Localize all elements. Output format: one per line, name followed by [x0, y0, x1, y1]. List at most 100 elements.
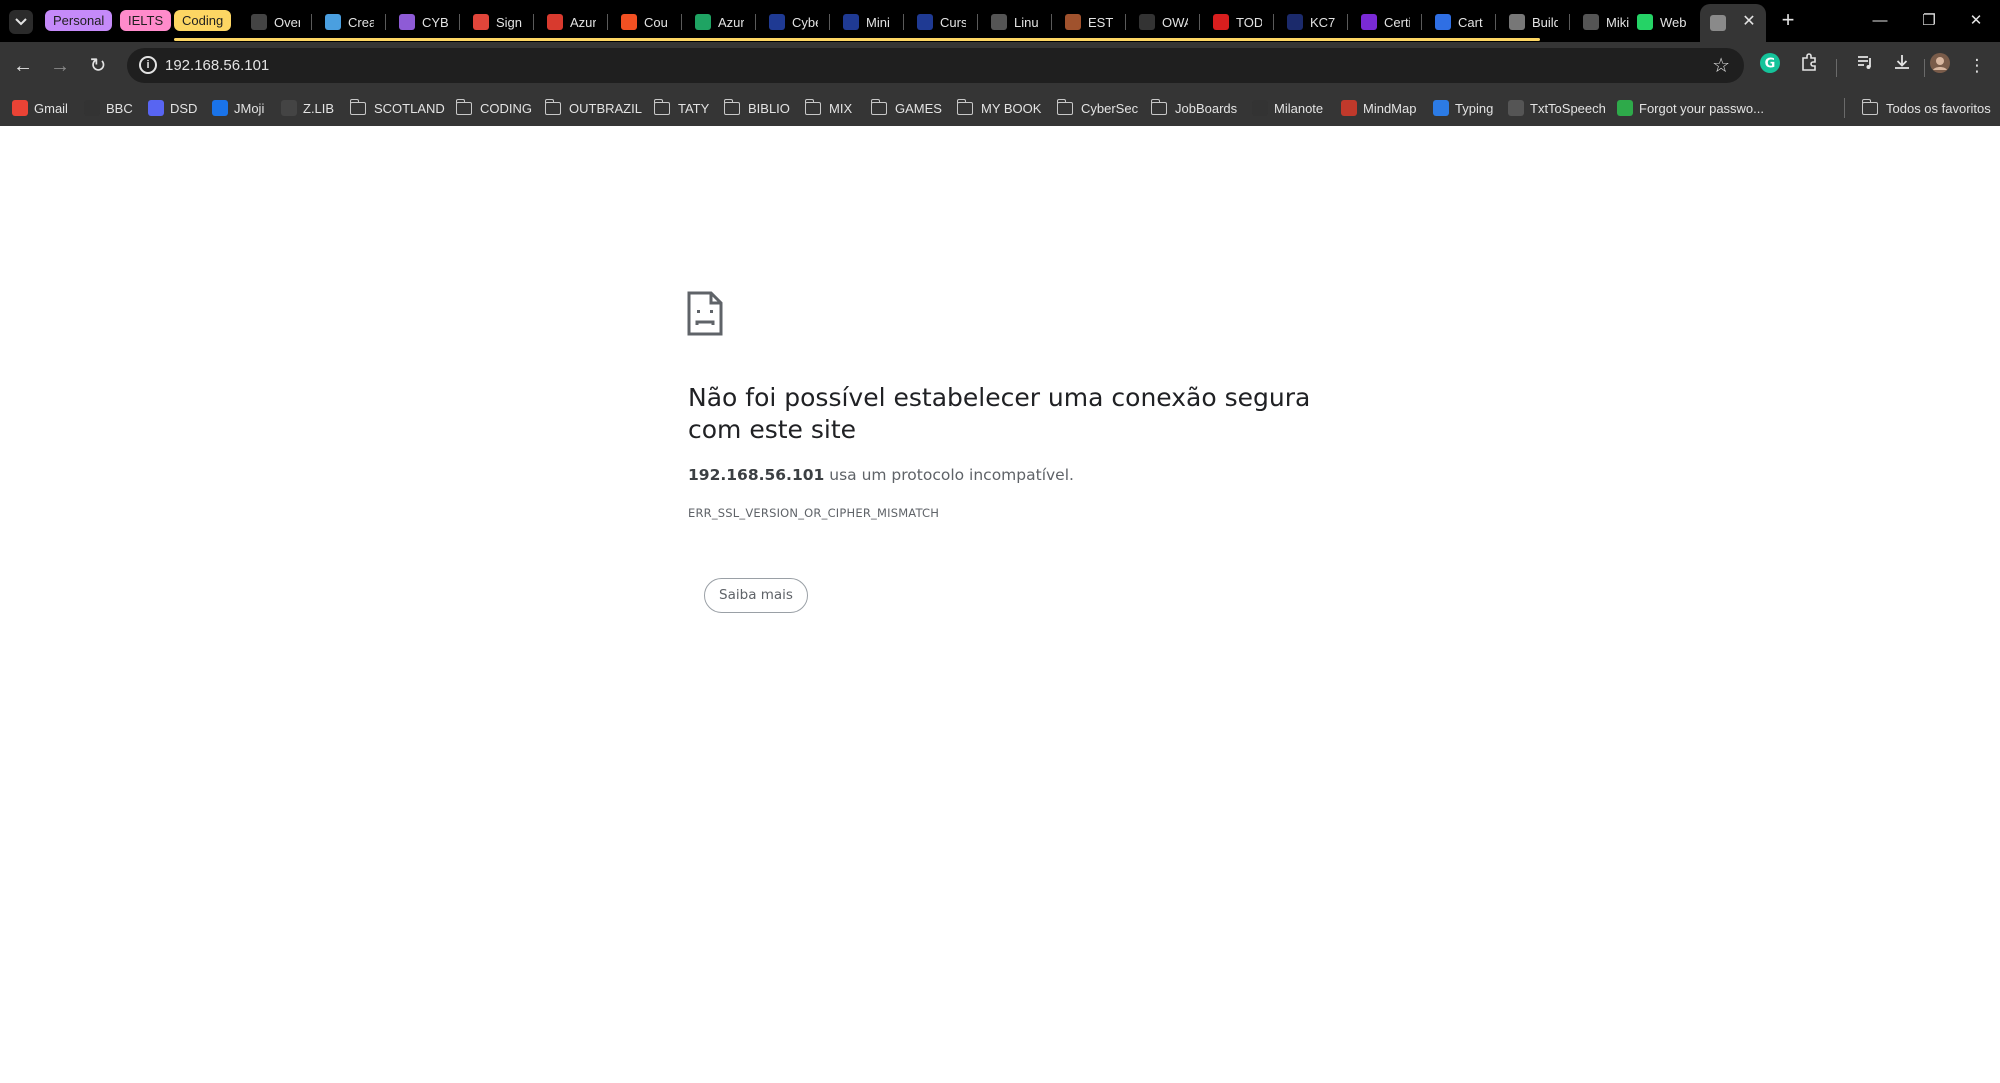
- tab-6[interactable]: Azur: [685, 6, 759, 38]
- gmail-icon: [12, 100, 28, 116]
- bookmark-label: MindMap: [1363, 100, 1417, 116]
- tab-separator: [459, 14, 460, 30]
- chevron-down-icon: [15, 18, 27, 26]
- address-bar[interactable]: i 192.168.56.101 ☆: [127, 48, 1744, 83]
- bookmark-12[interactable]: MY BOOK: [956, 90, 1041, 126]
- tab-title: Certi: [1384, 14, 1410, 30]
- close-tab-icon[interactable]: ✕: [1739, 12, 1759, 32]
- tab-title: KC7: [1310, 14, 1336, 30]
- grammarly-icon[interactable]: G: [1756, 52, 1784, 80]
- bookmark-2[interactable]: DSD: [148, 90, 197, 126]
- bookmark-label: Z.LIB: [303, 100, 335, 116]
- tab-search-button[interactable]: [9, 10, 33, 34]
- tab-title: CYB: [422, 14, 448, 30]
- butterfly-icon: [547, 14, 563, 30]
- tab-1[interactable]: Crea: [315, 6, 389, 38]
- window-close-icon[interactable]: ✕: [1956, 8, 1996, 34]
- bookmark-star-icon[interactable]: ☆: [1712, 53, 1730, 78]
- tab-separator: [533, 14, 534, 30]
- tab-13[interactable]: TOD: [1203, 6, 1277, 38]
- media-queue-icon[interactable]: [1851, 52, 1879, 80]
- tab-16[interactable]: Cart: [1425, 6, 1499, 38]
- bookmark-3[interactable]: JMoji: [212, 90, 264, 126]
- profile-avatar-icon[interactable]: [1926, 52, 1954, 80]
- back-icon[interactable]: ←: [9, 52, 37, 80]
- phone-icon: [1637, 14, 1653, 30]
- tab-separator: [1495, 14, 1496, 30]
- bookmark-17[interactable]: Typing: [1433, 90, 1493, 126]
- tab-title: Crea: [348, 14, 374, 30]
- bookmark-13[interactable]: CyberSec: [1056, 90, 1139, 126]
- reload-icon[interactable]: ↻: [84, 52, 112, 80]
- bookmark-14[interactable]: JobBoards: [1150, 90, 1238, 126]
- bookmarks-divider: [1844, 98, 1845, 118]
- github-icon: [251, 14, 267, 30]
- bookmarks-bar: Gmail BBC DSD JMoji Z.LIB SCOTLAND CODING OUTBR…: [0, 90, 2000, 126]
- toolbar-divider: [1924, 59, 1925, 77]
- tab-title: OWA: [1162, 14, 1188, 30]
- tab-title: Cybe: [792, 14, 818, 30]
- tab-19[interactable]: Web: [1627, 6, 1701, 38]
- download-icon[interactable]: [1888, 52, 1916, 80]
- tab-9[interactable]: Curs: [907, 6, 981, 38]
- tab-group-ielts[interactable]: IELTS: [120, 10, 172, 31]
- bookmark-16[interactable]: MindMap: [1341, 90, 1416, 126]
- menu-kebab-icon[interactable]: ⋮: [1963, 52, 1991, 80]
- extensions-icon[interactable]: [1796, 52, 1824, 80]
- restore-icon[interactable]: ❐: [1909, 8, 1949, 34]
- all-bookmarks-button[interactable]: Todos os favoritos: [1861, 90, 1991, 126]
- tab-14[interactable]: KC7: [1277, 6, 1351, 38]
- bookmark-5[interactable]: SCOTLAND: [349, 90, 445, 126]
- shield-icon: [473, 14, 489, 30]
- tab-title: TOD: [1236, 14, 1262, 30]
- toolbar: ← → ↻ i 192.168.56.101 ☆ G ⋮: [0, 42, 2000, 90]
- address-url[interactable]: 192.168.56.101: [165, 48, 269, 83]
- minimize-icon[interactable]: —: [1860, 8, 1900, 34]
- new-tab-icon[interactable]: +: [1776, 9, 1800, 33]
- tab-5[interactable]: Cou: [611, 6, 685, 38]
- tab-title: Build: [1532, 14, 1558, 30]
- bookmark-11[interactable]: GAMES: [870, 90, 942, 126]
- all-bookmarks-label: Todos os favoritos: [1886, 100, 1991, 116]
- learn-more-button[interactable]: Saiba mais: [704, 578, 808, 613]
- tab-15[interactable]: Certi: [1351, 6, 1425, 38]
- tab-separator: [903, 14, 904, 30]
- bookmark-6[interactable]: CODING: [455, 90, 532, 126]
- bookmark-label: JMoji: [234, 100, 265, 116]
- tab-separator: [385, 14, 386, 30]
- bookmark-8[interactable]: TATY: [653, 90, 709, 126]
- tab-4[interactable]: Azur: [537, 6, 611, 38]
- bookmark-18[interactable]: TxtToSpeech: [1508, 90, 1606, 126]
- bookmark-label: DSD: [170, 100, 198, 116]
- penguin-icon: [991, 14, 1007, 30]
- tab-group-coding[interactable]: Coding: [174, 10, 232, 31]
- bookmark-9[interactable]: BIBLIO: [723, 90, 790, 126]
- site-info-icon[interactable]: i: [139, 56, 157, 74]
- tab-0[interactable]: Over: [241, 6, 315, 38]
- tab-11[interactable]: ESTU: [1055, 6, 1129, 38]
- bookmark-15[interactable]: Milanote: [1252, 90, 1323, 126]
- forward-icon[interactable]: →: [46, 52, 74, 80]
- tab-8[interactable]: Mini: [833, 6, 907, 38]
- tab-group-personal[interactable]: Personal: [45, 10, 113, 31]
- bookmark-label: Gmail: [34, 100, 68, 116]
- tab-separator: [1125, 14, 1126, 30]
- bookmark-label: SCOTLAND: [374, 100, 445, 116]
- bookmark-10[interactable]: MIX: [804, 90, 852, 126]
- tab-12[interactable]: OWA: [1129, 6, 1203, 38]
- bookmark-label: CyberSec: [1081, 100, 1139, 116]
- error-description: 192.168.56.101 usa um protocolo incompat…: [688, 466, 1074, 484]
- bookmark-label: JobBoards: [1175, 100, 1238, 116]
- bookmark-19[interactable]: Forgot your passwo...: [1617, 90, 1764, 126]
- tab-2[interactable]: CYB: [389, 6, 463, 38]
- drive-icon: [695, 14, 711, 30]
- kc7-icon: [1287, 14, 1303, 30]
- tab-7[interactable]: Cybe: [759, 6, 833, 38]
- tab-3[interactable]: Sign: [463, 6, 537, 38]
- bookmark-7[interactable]: OUTBRAZIL: [544, 90, 642, 126]
- bookmark-4[interactable]: Z.LIB: [281, 90, 334, 126]
- tab-10[interactable]: Linu: [981, 6, 1055, 38]
- tab-17[interactable]: Build: [1499, 6, 1573, 38]
- bookmark-1[interactable]: BBC: [84, 90, 133, 126]
- bookmark-0[interactable]: Gmail: [12, 90, 68, 126]
